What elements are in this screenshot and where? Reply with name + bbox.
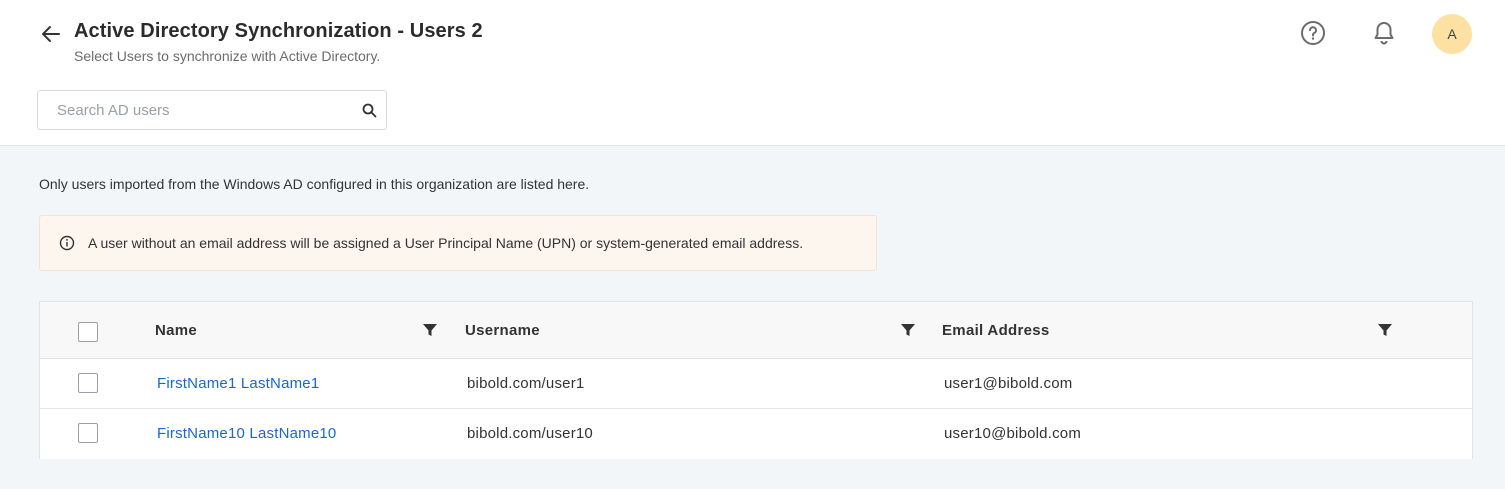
table-row: FirstName10 LastName10 bibold.com/user10… — [40, 409, 1472, 459]
notice-banner: A user without an email address will be … — [39, 215, 877, 271]
filter-icon[interactable] — [900, 322, 916, 338]
search-icon[interactable] — [360, 101, 378, 119]
column-header-email[interactable]: Email Address — [942, 322, 1050, 339]
row-checkbox[interactable] — [78, 373, 98, 393]
row-checkbox[interactable] — [78, 423, 98, 443]
filter-icon[interactable] — [422, 322, 438, 338]
email-cell: user10@bibold.com — [944, 425, 1082, 442]
email-cell: user1@bibold.com — [944, 375, 1073, 392]
page-header: Active Directory Synchronization - Users… — [0, 0, 1505, 146]
back-arrow-icon — [42, 26, 60, 42]
help-icon — [1301, 21, 1325, 45]
users-table: Name Username Email Address FirstName1 L… — [39, 301, 1473, 459]
table-row: FirstName1 LastName1 bibold.com/user1 us… — [40, 359, 1472, 409]
select-all-checkbox[interactable] — [78, 322, 98, 342]
notifications-button[interactable] — [1369, 18, 1399, 48]
search-input[interactable] — [38, 91, 348, 129]
page-title: Active Directory Synchronization - Users… — [74, 20, 483, 42]
notice-text: A user without an email address will be … — [88, 235, 804, 251]
help-button[interactable] — [1298, 18, 1328, 48]
search-box — [37, 90, 387, 130]
username-cell: bibold.com/user10 — [467, 425, 593, 442]
username-cell: bibold.com/user1 — [467, 375, 585, 392]
user-name-link[interactable]: FirstName1 LastName1 — [157, 375, 319, 392]
column-header-username[interactable]: Username — [465, 322, 540, 339]
info-text: Only users imported from the Windows AD … — [39, 176, 590, 192]
info-icon — [59, 235, 75, 251]
page-subtitle: Select Users to synchronize with Active … — [74, 48, 381, 64]
avatar[interactable]: A — [1432, 14, 1472, 54]
column-header-name[interactable]: Name — [155, 322, 197, 339]
filter-icon[interactable] — [1377, 322, 1393, 338]
bell-icon — [1374, 22, 1394, 45]
user-name-link[interactable]: FirstName10 LastName10 — [157, 425, 336, 442]
table-header: Name Username Email Address — [40, 302, 1472, 359]
back-button[interactable] — [36, 20, 66, 48]
